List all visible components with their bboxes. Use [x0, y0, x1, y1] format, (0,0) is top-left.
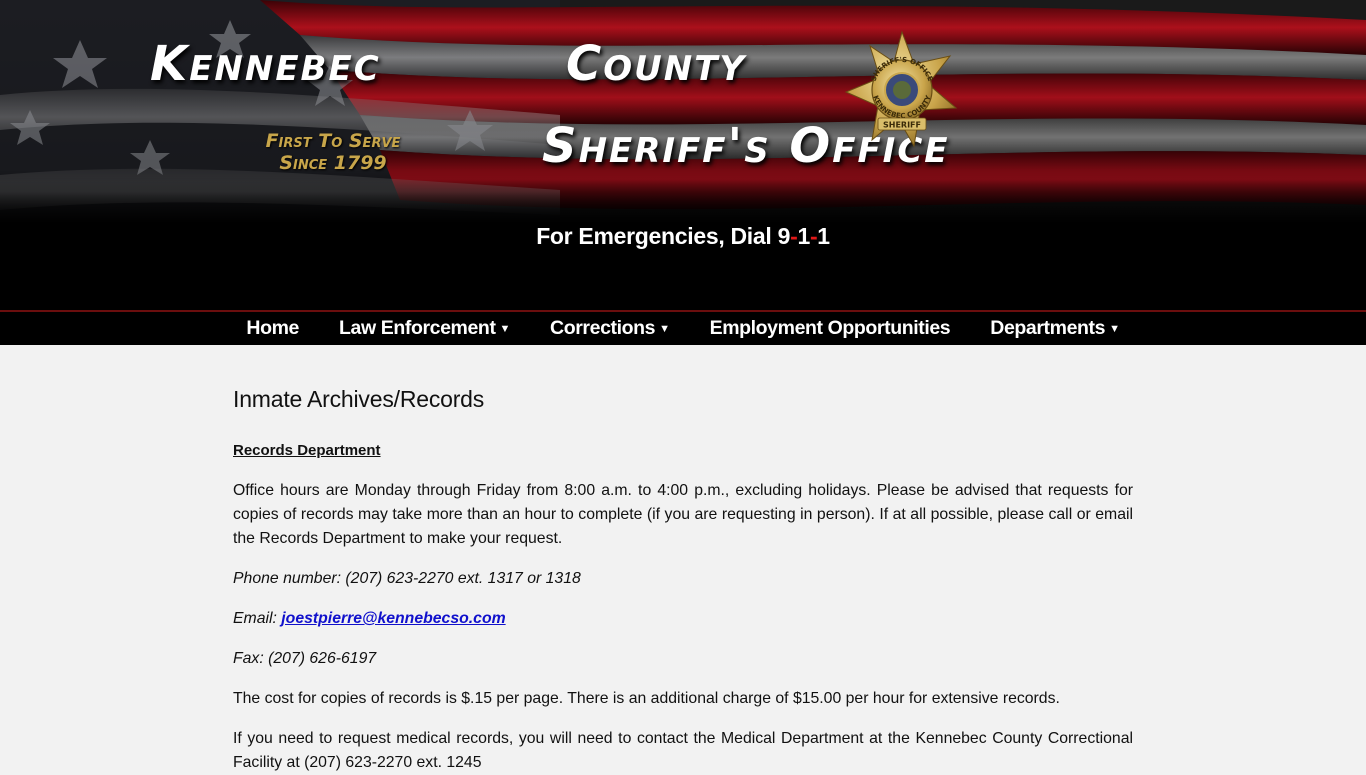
email-line: Email: joestpierre@kennebecso.com	[233, 607, 1133, 631]
nav-item-label: Employment Opportunities	[709, 317, 951, 339]
email-label: Email:	[233, 610, 282, 627]
nav-list: Home Law Enforcement ▼ Corrections ▼ Emplo…	[0, 312, 1366, 345]
site-title-kennebec: Kennebec	[150, 36, 381, 92]
phone-number: Phone number: (207) 623-2270 ext. 1317 o…	[233, 570, 581, 587]
fax-number: Fax: (207) 626-6197	[233, 650, 377, 667]
motto-line-2: Since 1799	[279, 152, 387, 174]
motto-line-1: First To Serve	[265, 130, 401, 152]
title-word-county: County	[566, 36, 747, 92]
nav-item-label: Departments	[990, 317, 1106, 339]
office-hours-paragraph: Office hours are Monday through Friday f…	[233, 482, 1133, 547]
section-heading-records-department: Records Department	[233, 442, 381, 459]
nav-item-label: Law Enforcement	[339, 317, 496, 339]
nav-item-employment-opportunities[interactable]: Employment Opportunities	[690, 317, 971, 340]
nav-item-corrections[interactable]: Corrections ▼	[530, 317, 690, 340]
svg-text:SHERIFF: SHERIFF	[883, 121, 921, 130]
nav-item-label: Home	[246, 317, 299, 339]
header-banner: Kennebec County Sheriff's Office First T…	[0, 0, 1366, 310]
title-word-kennebec: Kennebec	[150, 36, 381, 92]
sheriff-badge-logo: SHERIFF'S OFFICE KENNEBEC COUNTY SHERIFF	[844, 30, 958, 148]
nav-item-departments[interactable]: Departments ▼	[970, 317, 1139, 340]
emergency-digit: 1	[817, 223, 830, 249]
page-title: Inmate Archives/Records	[233, 386, 485, 412]
nav-item-law-enforcement[interactable]: Law Enforcement ▼	[319, 317, 530, 340]
nav-item-home[interactable]: Home	[226, 317, 319, 340]
emergency-digit: 9	[777, 223, 791, 249]
emergency-notice: For Emergencies, Dial 9-1-1	[0, 223, 1366, 250]
email-link[interactable]: joestpierre@kennebecso.com	[281, 610, 505, 627]
site-title-county: County	[566, 36, 746, 92]
emergency-text: For Emergencies, Dial	[536, 223, 778, 249]
main-navigation: Home Law Enforcement ▼ Corrections ▼ Emplo…	[0, 310, 1366, 345]
nav-item-label: Corrections	[550, 317, 656, 339]
dropdown-arrow-icon: ▼	[659, 322, 670, 335]
dropdown-arrow-icon: ▼	[1109, 322, 1120, 335]
motto: First To Serve Since 1799	[232, 130, 434, 174]
dropdown-arrow-icon: ▼	[499, 322, 511, 335]
cost-paragraph: The cost for copies of records is $.15 p…	[233, 690, 1060, 707]
main-content: Inmate Archives/Records Records Departme…	[233, 345, 1133, 775]
emergency-digit: 1	[797, 223, 810, 249]
